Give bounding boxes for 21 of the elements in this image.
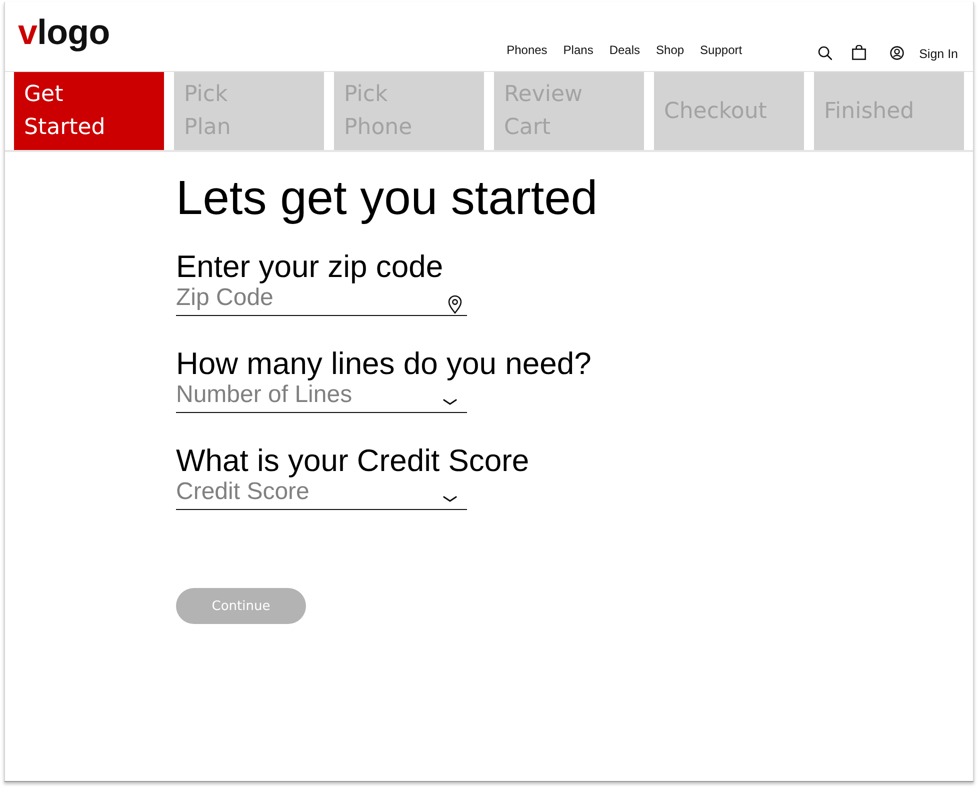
nav-link[interactable]: Deals	[609, 43, 640, 57]
field-label: How many lines do you need?	[176, 347, 592, 381]
zip-code-field[interactable]: Zip Code	[176, 284, 467, 316]
search-icon[interactable]	[818, 46, 832, 60]
nav-link[interactable]: Plans	[563, 43, 594, 57]
chevron-down-icon	[443, 399, 457, 405]
chevron-down-icon	[443, 496, 457, 502]
nav-link[interactable]: Shop	[656, 43, 684, 57]
location-pin-icon	[448, 295, 462, 314]
page-heading: Lets get you started	[176, 171, 598, 226]
dropdown-field[interactable]: Number of Lines	[176, 381, 467, 413]
step-tab[interactable]: Get Started	[14, 72, 164, 150]
field-label: Enter your zip code	[176, 250, 444, 284]
nav-link[interactable]: Phones	[506, 43, 548, 57]
sign-in-link[interactable]: Sign In	[919, 47, 958, 61]
nav-link[interactable]: Support	[700, 43, 742, 57]
account-icon[interactable]	[890, 46, 904, 60]
field-label: What is your Credit Score	[176, 444, 530, 478]
logo: vlogo	[18, 13, 110, 53]
shopping-bag-icon[interactable]	[852, 45, 866, 60]
dropdown-field[interactable]: Credit Score	[176, 478, 467, 510]
